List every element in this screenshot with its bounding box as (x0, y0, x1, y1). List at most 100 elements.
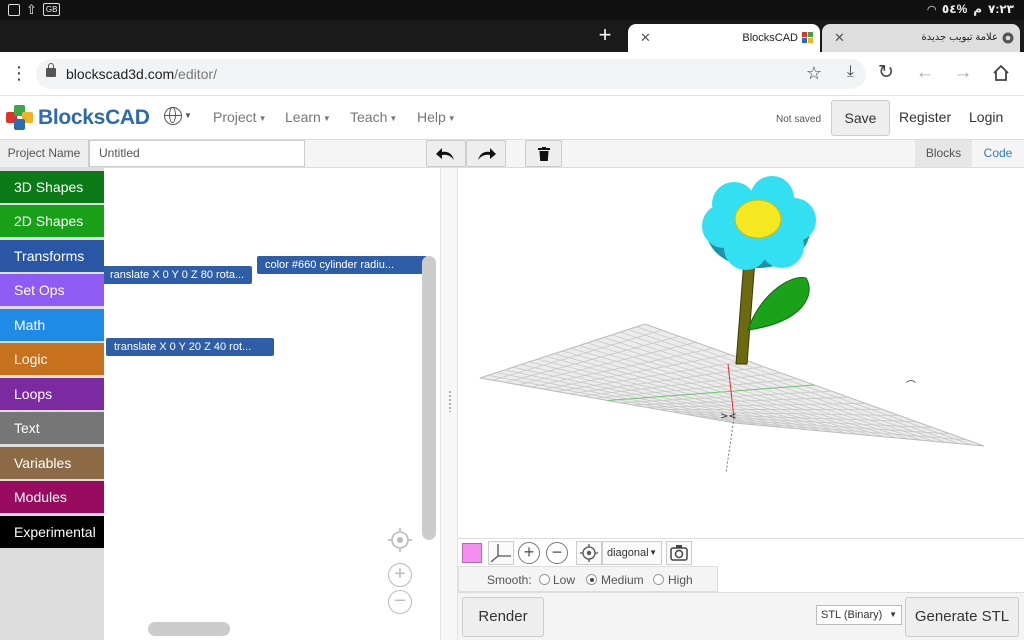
project-name-input[interactable]: Untitled (89, 140, 305, 167)
undo-icon (436, 147, 454, 160)
tab-title: علامة تبويب جديدة (921, 32, 998, 43)
more-menu-icon[interactable]: ⋮ (10, 64, 28, 82)
caret-down-icon: ▼ (889, 610, 897, 619)
nav-menu-learn[interactable]: Learn ▼ (285, 109, 331, 125)
tab-blocks[interactable]: Blocks (915, 140, 972, 167)
category-math[interactable]: Math (0, 309, 104, 341)
blocks-workspace[interactable]: ranslate X 0 Y 0 Z 80 rota... color #660… (104, 168, 440, 640)
category-variables[interactable]: Variables (0, 447, 104, 479)
notification-badge: GB (42, 3, 61, 16)
smooth-medium-radio[interactable] (586, 574, 597, 585)
resize-grip-icon (448, 390, 452, 412)
category-transforms[interactable]: Transforms (0, 240, 104, 272)
battery-level: ٥٤% (941, 2, 968, 16)
caret-down-icon: ▼ (184, 111, 192, 120)
address-bar[interactable]: blockscad3d.com/editor/ ☆ ⤓ (36, 59, 866, 89)
flower-stem (735, 259, 756, 365)
3d-viewer[interactable]: >< ⌒ (458, 168, 1024, 538)
block-translate-2[interactable]: translate X 0 Y 20 Z 40 rot... (106, 338, 274, 356)
axes-toggle-button[interactable] (488, 541, 514, 565)
gallery-notification-icon (8, 3, 20, 16)
undo-button[interactable] (426, 140, 466, 167)
block-color-cylinder[interactable]: color #660 cylinder radiu... (257, 256, 427, 274)
login-link[interactable]: Login (969, 109, 1003, 125)
home-icon[interactable] (989, 62, 1013, 88)
tab-strip: + ✕ BlocksCAD ✕ علامة تبويب جديدة (0, 20, 1024, 52)
recenter-icon[interactable] (388, 528, 412, 552)
toolbox: 3D Shapes 2D Shapes Transforms Set Ops M… (0, 168, 104, 640)
category-3d-shapes[interactable]: 3D Shapes (0, 171, 104, 203)
caret-down-icon: ▼ (389, 113, 398, 123)
new-tab-plus-icon[interactable]: + (594, 24, 616, 46)
category-text[interactable]: Text (0, 412, 104, 444)
smoothness-options: Smooth: Low Medium High (458, 566, 718, 592)
time-period: م (973, 2, 983, 16)
project-name-label: Project Name (0, 140, 89, 167)
zoom-out-icon[interactable]: − (546, 542, 568, 564)
flower-center (734, 199, 782, 239)
block-translate-1[interactable]: ranslate X 0 Y 0 Z 80 rota... (104, 266, 252, 284)
export-format-select[interactable]: STL (Binary) ▼ (816, 605, 902, 625)
tab-title: BlocksCAD (742, 32, 798, 44)
save-button[interactable]: Save (831, 100, 890, 136)
back-icon[interactable]: ← (913, 62, 937, 84)
smooth-label: Smooth: (487, 573, 532, 587)
render-bar: Render STL (Binary) ▼ Generate STL (458, 592, 1024, 640)
upload-notification-icon: ⇧ (26, 1, 37, 17)
category-logic[interactable]: Logic (0, 343, 104, 375)
workspace-vertical-scrollbar[interactable] (422, 256, 436, 540)
flower-leaf (747, 277, 810, 331)
blockscad-logo[interactable]: BlocksCAD (6, 104, 150, 132)
category-experimental[interactable]: Experimental (0, 516, 104, 548)
category-set-ops[interactable]: Set Ops (0, 274, 104, 306)
category-2d-shapes[interactable]: 2D Shapes (0, 205, 104, 237)
axes-icon (490, 544, 511, 563)
redo-icon (478, 147, 496, 160)
browser-toolbar: ⋮ blockscad3d.com/editor/ ☆ ⤓ ↻ ← → (0, 52, 1024, 96)
target-icon (580, 544, 598, 562)
project-bar: Project Name Untitled Blocks Code (0, 140, 1024, 168)
reset-view-button[interactable] (576, 541, 602, 565)
download-icon[interactable]: ⤓ (847, 63, 854, 81)
smooth-low-radio[interactable] (539, 574, 550, 585)
trash-icon (537, 146, 550, 161)
category-loops[interactable]: Loops (0, 378, 104, 410)
part-color-swatch[interactable] (462, 543, 482, 563)
tab-new-tab[interactable]: ✕ علامة تبويب جديدة (822, 24, 1020, 52)
category-modules[interactable]: Modules (0, 481, 104, 513)
workspace-horizontal-scrollbar[interactable] (148, 622, 230, 636)
register-link[interactable]: Register (899, 109, 951, 125)
redo-button[interactable] (466, 140, 506, 167)
svg-text:><: >< (720, 411, 737, 422)
tab-code[interactable]: Code (972, 140, 1024, 167)
close-tab-icon[interactable]: ✕ (834, 30, 845, 46)
panel-resizer[interactable] (440, 168, 458, 640)
render-button[interactable]: Render (462, 597, 544, 637)
zoom-in-icon[interactable]: + (518, 542, 540, 564)
smooth-medium-label: Medium (601, 573, 644, 587)
close-tab-icon[interactable]: ✕ (640, 30, 651, 46)
nav-menu-teach[interactable]: Teach ▼ (350, 109, 397, 125)
view-angle-select[interactable]: diagonal ▼ (602, 541, 662, 565)
caret-down-icon: ▼ (258, 113, 267, 123)
reload-icon[interactable]: ↻ (874, 62, 898, 84)
url-text: blockscad3d.com/editor/ (66, 66, 217, 82)
language-globe-icon[interactable] (164, 107, 182, 125)
caret-down-icon: ▼ (649, 548, 657, 557)
delete-all-button[interactable] (525, 140, 562, 167)
smooth-high-radio[interactable] (653, 574, 664, 585)
chrome-favicon-icon (1002, 32, 1014, 44)
smooth-low-label: Low (553, 573, 576, 587)
tab-blockscad[interactable]: ✕ BlocksCAD (628, 24, 820, 52)
screenshot-button[interactable] (666, 541, 692, 565)
zoom-out-icon[interactable]: − (388, 590, 412, 614)
save-status: Not saved (776, 114, 822, 125)
generate-stl-button[interactable]: Generate STL (905, 597, 1019, 637)
svg-text:⌒: ⌒ (906, 380, 916, 392)
zoom-in-icon[interactable]: + (388, 563, 412, 587)
bookmark-star-icon[interactable]: ☆ (806, 63, 822, 84)
nav-menu-help[interactable]: Help ▼ (417, 109, 456, 125)
nav-menu-project[interactable]: Project ▼ (213, 109, 267, 125)
blockscad-favicon-icon (802, 32, 813, 43)
forward-icon[interactable]: → (951, 62, 975, 84)
